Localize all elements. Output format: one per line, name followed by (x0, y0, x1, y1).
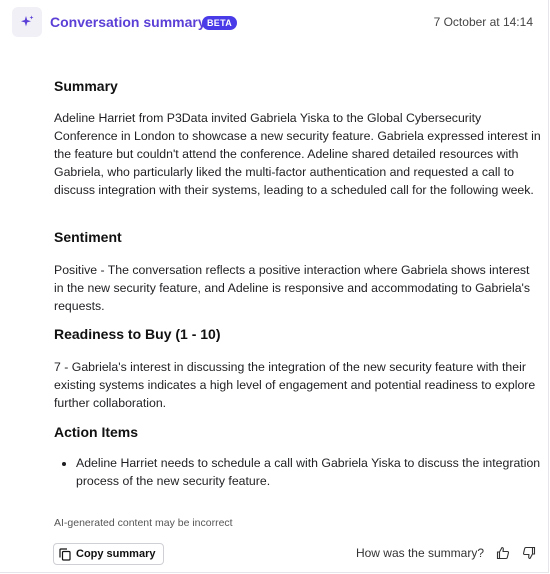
conversation-summary-card: Conversation summary BETA 7 October at 1… (0, 0, 549, 573)
summary-header: Conversation summary BETA 7 October at 1… (12, 7, 536, 37)
readiness-heading: Readiness to Buy (1 - 10) (54, 326, 221, 342)
feedback-question: How was the summary? (355, 546, 484, 560)
sentiment-heading: Sentiment (54, 229, 122, 245)
sparkle-icon-badge (12, 7, 42, 37)
copy-icon (59, 547, 71, 561)
sparkle-icon (21, 15, 34, 27)
summary-title: Conversation summary (50, 14, 206, 30)
thumbs-down-button[interactable] (521, 545, 537, 561)
thumbs-down-icon (522, 546, 536, 560)
readiness-text: 7 - Gabriela's interest in discussing th… (54, 360, 536, 410)
summary-heading: Summary (54, 78, 118, 94)
sentiment-text: Positive - The conversation reflects a p… (54, 263, 531, 313)
action-items-list: Adeline Harriet needs to schedule a call… (54, 454, 542, 490)
summary-text: Adeline Harriet from P3Data invited Gabr… (54, 111, 541, 197)
ai-disclaimer: AI-generated content may be incorrect (54, 517, 233, 529)
copy-summary-button[interactable]: Copy summary (53, 543, 165, 565)
summary-timestamp: 7 October at 14:14 (433, 15, 533, 29)
action-items-heading: Action Items (54, 424, 139, 440)
beta-badge: BETA (202, 16, 238, 30)
action-item: Adeline Harriet needs to schedule a call… (76, 454, 542, 490)
copy-summary-label: Copy summary (76, 548, 156, 560)
thumbs-up-button[interactable] (495, 545, 511, 561)
thumbs-up-icon (496, 546, 510, 560)
